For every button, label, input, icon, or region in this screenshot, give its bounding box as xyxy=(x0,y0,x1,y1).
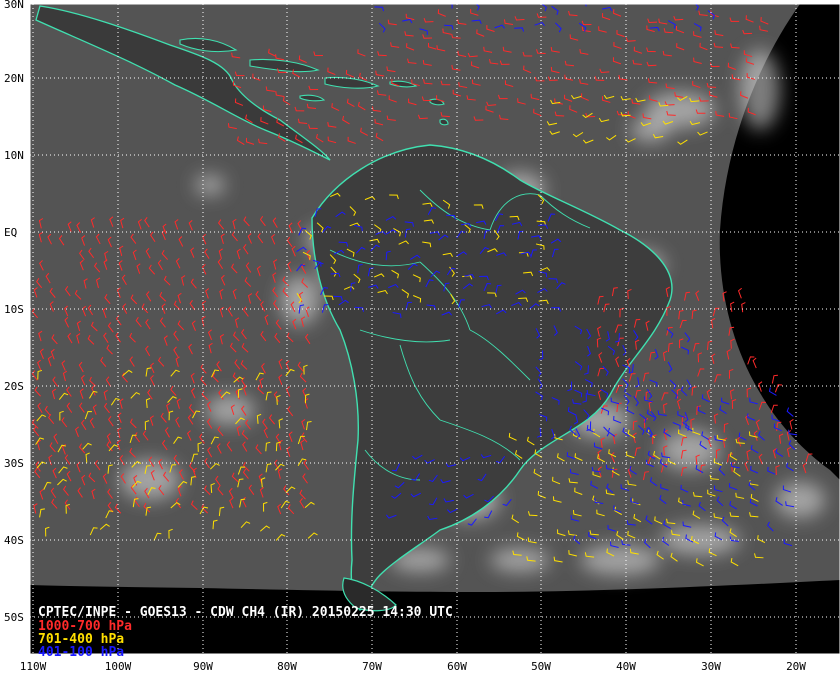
lon-label: 70W xyxy=(362,660,382,673)
lat-label: 40S xyxy=(4,534,24,547)
lat-label: 10S xyxy=(4,303,24,316)
lat-label: 50S xyxy=(4,611,24,624)
wind-barb xyxy=(509,0,519,1)
lat-label: EQ xyxy=(4,226,17,239)
cloud-patch xyxy=(580,545,660,575)
lon-label: 50W xyxy=(531,660,551,673)
cloud-patch xyxy=(660,525,740,555)
lat-label: 30N xyxy=(4,0,24,11)
map-frame xyxy=(30,0,840,654)
cloud-patch xyxy=(775,482,825,518)
lat-label: 30S xyxy=(4,457,24,470)
lon-label: 110W xyxy=(20,660,47,673)
lon-label: 20W xyxy=(786,660,806,673)
image-title: CPTEC/INPE - GOES13 - CDW CH4 (IR) 20150… xyxy=(38,605,453,620)
wind-barb xyxy=(399,0,408,4)
lon-label: 30W xyxy=(701,660,721,673)
lat-label: 20S xyxy=(4,380,24,393)
latitude-labels: 30N 20N 10N EQ 10S 20S 30S 40S 50S xyxy=(4,0,24,624)
lon-label: 60W xyxy=(447,660,467,673)
cloud-patch xyxy=(280,275,320,325)
lat-label: 20N xyxy=(4,72,24,85)
lon-label: 80W xyxy=(277,660,297,673)
lon-label: 100W xyxy=(105,660,132,673)
longitude-labels: 110W 100W 90W 80W 70W 60W 50W 40W 30W 20W xyxy=(20,660,807,673)
cloud-patch xyxy=(195,175,225,195)
lon-label: 90W xyxy=(193,660,213,673)
lon-label: 40W xyxy=(616,660,636,673)
legend-high-level: 401-100 hPa xyxy=(38,645,124,660)
map-canvas: 30N 20N 10N EQ 10S 20S 30S 40S 50S 110W 100W 90W 80… xyxy=(4,0,840,673)
lat-label: 10N xyxy=(4,149,24,162)
satellite-map: 30N 20N 10N EQ 10S 20S 30S 40S 50S 110W 100W 90W 80… xyxy=(0,0,840,680)
